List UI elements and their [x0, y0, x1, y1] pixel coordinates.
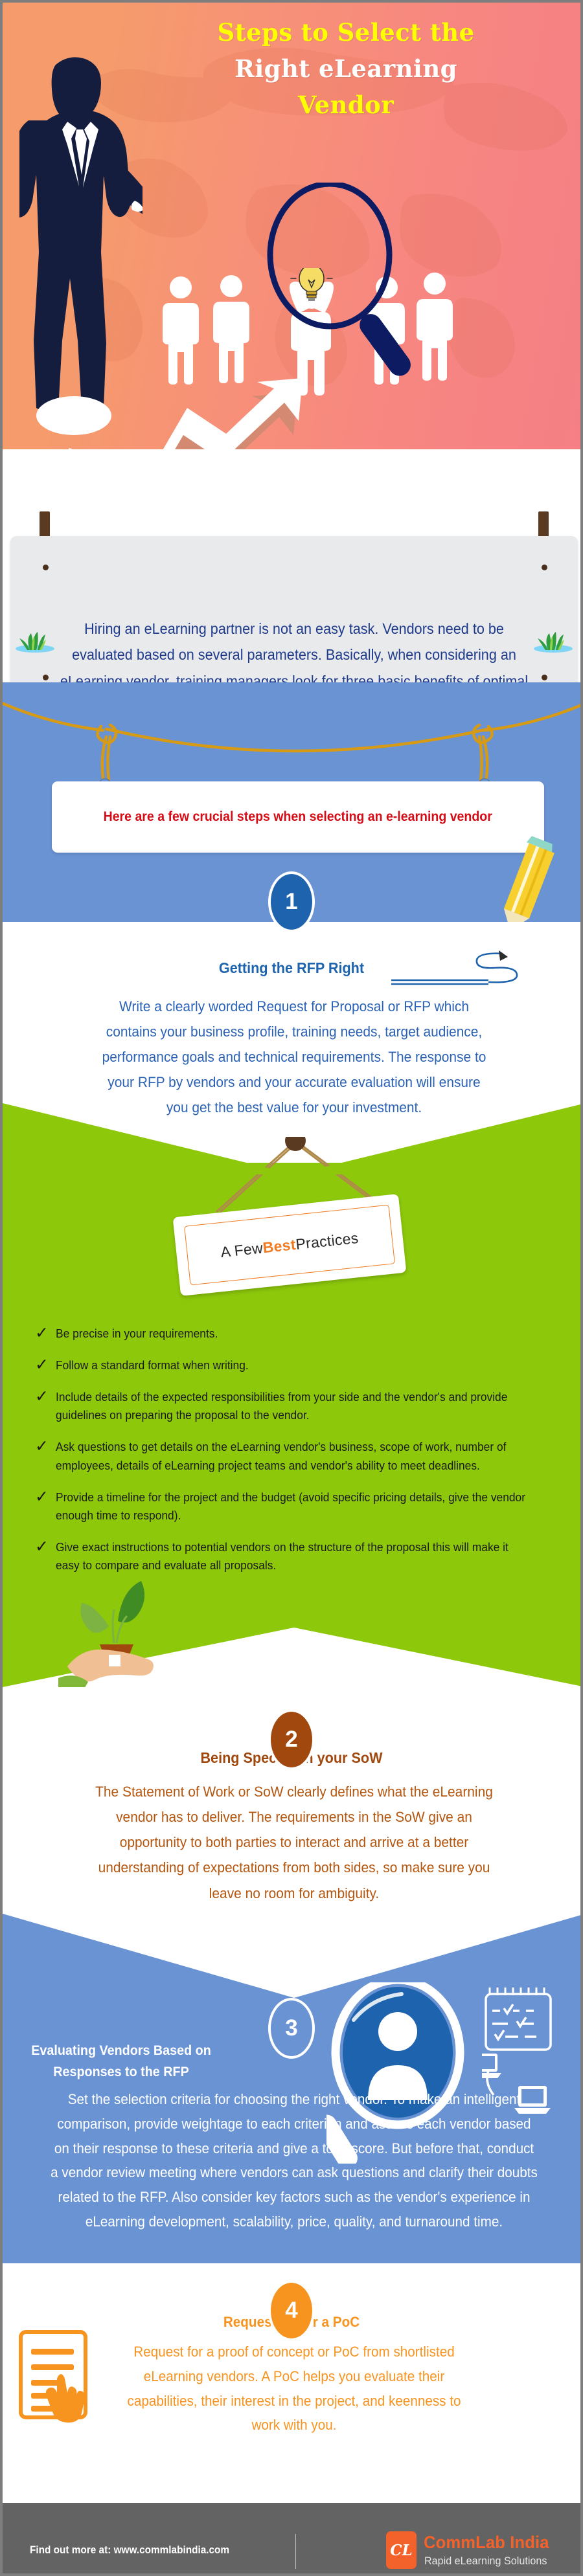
step-4-body: Request for a proof of concept or PoC fr…: [127, 2344, 461, 2434]
check-icon: ✓: [35, 1324, 49, 1342]
header-section: Steps to Select the Right eLearning Vend…: [3, 3, 580, 449]
sign-text-highlight: Best: [262, 1235, 297, 1256]
board-nail-4: [542, 675, 547, 680]
list-item-text: Provide a timeline for the project and t…: [56, 1490, 526, 1522]
step-3-title: Evaluating Vendors Based on Responses to…: [31, 2043, 211, 2079]
sign-text-pre: A Few: [220, 1238, 264, 1260]
pencil-icon: [503, 836, 554, 922]
list-item: ✓ Follow a standard format when writing.: [35, 1356, 560, 1374]
magnifier-icon: [267, 183, 411, 376]
board-nail-1: [43, 565, 49, 570]
list-item: ✓ Provide a timeline for the project and…: [35, 1488, 560, 1525]
list-item: ✓ Ask questions to get details on the eL…: [35, 1438, 560, 1474]
commlab-logo-name: CommLab India: [424, 2533, 549, 2552]
title-line-3: Vendor: [297, 91, 394, 120]
board-nail-2: [542, 565, 547, 570]
list-item: ✓ Include details of the expected respon…: [35, 1387, 560, 1424]
footer-section: Find out more at: www.commlabindia.com C…: [3, 2503, 580, 2573]
list-item-text: Include details of the expected responsi…: [56, 1390, 508, 1422]
list-item-text: Be precise in your requirements.: [56, 1327, 218, 1340]
commlab-logo-tagline: Rapid eLearning Solutions: [424, 2555, 547, 2567]
list-item: ✓ Be precise in your requirements.: [35, 1324, 560, 1343]
board-nail-3: [43, 675, 49, 680]
infographic-page: Steps to Select the Right eLearning Vend…: [0, 0, 583, 2576]
step-3-body: Set the selection criteria for choosing …: [51, 2091, 538, 2230]
title-line-1: Steps to Select the: [217, 18, 475, 47]
list-item-text: Follow a standard format when writing.: [56, 1358, 249, 1372]
best-practices-sign-text: A Few Best Practices: [184, 1204, 395, 1286]
step-1-body: Write a clearly worded Request for Propo…: [102, 998, 486, 1115]
squiggle-underline-icon: [391, 950, 518, 985]
step-badge-2: 2: [268, 1709, 315, 1770]
intro-section: Hiring an eLearning partner is not an ea…: [3, 449, 580, 826]
best-practices-section: A Few Best Practices ✓ Be precise in you…: [3, 1137, 580, 1712]
step-2-body: The Statement of Work or SoW clearly def…: [95, 1784, 493, 1901]
check-icon: ✓: [35, 1537, 49, 1556]
grass-right-icon: [534, 632, 573, 653]
page-title: Steps to Select the Right eLearning Vend…: [132, 14, 560, 124]
step-badge-3: 3: [268, 1998, 315, 2059]
title-line-2: Right eLearning: [234, 54, 457, 84]
banner-text: Here are a few crucial steps when select…: [103, 809, 493, 824]
sign-text-post: Practices: [295, 1229, 360, 1253]
footer-url-text[interactable]: Find out more at: www.commlabindia.com: [30, 2544, 229, 2557]
footer-divider: [295, 2534, 296, 2569]
step-badge-1: 1: [268, 871, 315, 932]
banner-card: Here are a few crucial steps when select…: [52, 781, 544, 853]
check-icon: ✓: [35, 1356, 49, 1374]
step-3-section: Evaluating Vendors Based on Responses to…: [3, 1914, 580, 2263]
list-item-text: Ask questions to get details on the eLea…: [56, 1440, 507, 1472]
grass-left-icon: [16, 632, 54, 653]
check-icon: ✓: [35, 1387, 49, 1406]
check-icon: ✓: [35, 1487, 49, 1506]
best-practices-list: ✓ Be precise in your requirements. ✓ Fol…: [35, 1324, 560, 1588]
check-icon: ✓: [35, 1437, 49, 1456]
growth-arrow-icon: [68, 378, 303, 449]
commlab-logo-mark: CL: [386, 2531, 417, 2569]
step-badge-4: 4: [268, 2280, 315, 2341]
poc-document-icon: [19, 2330, 87, 2423]
